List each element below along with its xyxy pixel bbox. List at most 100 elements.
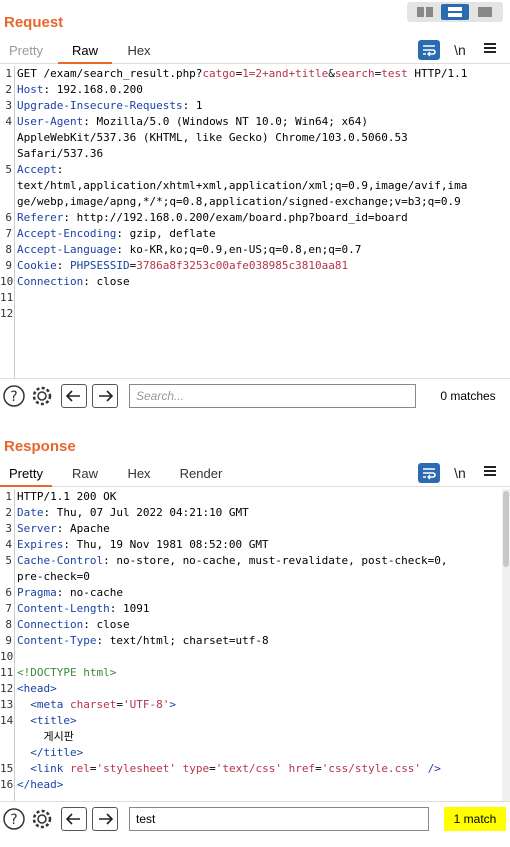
code-line: 8 Connection: close [0,617,500,633]
code-text: AppleWebKit/537.36 (KHTML, like Gecko) C… [17,130,408,146]
arrow-right-icon [99,390,114,402]
response-tab-hex[interactable]: Hex [116,463,162,487]
request-panel-title: Request [4,14,64,31]
code-token: Referer [17,211,64,224]
next-match-button[interactable] [92,384,118,408]
code-text: 게시판 [17,729,73,745]
code-token: Safari/537.36 [17,147,104,160]
gear-icon [32,809,52,829]
word-wrap-button[interactable] [418,463,440,483]
code-line: 2 Host: 192.168.0.200 [0,82,500,98]
request-tab-raw[interactable]: Raw [58,40,112,64]
single-pane-layout-button[interactable] [471,4,499,20]
code-token: GET /exam/search_result.php? [17,67,203,80]
stacked-layout-button[interactable] [441,4,469,20]
code-line: 7 Content-Length: 1091 [0,601,500,617]
request-tab-hex[interactable]: Hex [116,40,162,64]
code-line: 14 <title> [0,713,500,729]
code-text: Connection: close [17,617,130,633]
code-text: pre-check=0 [17,569,90,585]
request-editor[interactable]: 1 GET /exam/search_result.php?catgo=1=2+a… [0,66,510,378]
code-token: Cache-Control [17,554,104,567]
wrap-icon [423,45,436,57]
code-token: & [328,67,335,80]
show-newlines-button[interactable]: \n [450,40,470,60]
word-wrap-button[interactable] [418,40,440,60]
request-tab-pretty[interactable]: Pretty [0,40,52,64]
code-token: : http://192.168.0.200/exam/board.php?bo… [63,211,408,224]
response-scrollbar[interactable] [502,489,510,801]
code-line: 9 Content-Type: text/html; charset=utf-8 [0,633,500,649]
show-newlines-button[interactable]: \n [450,463,470,483]
code-token: Expires [17,538,64,551]
next-match-button[interactable] [92,807,118,831]
code-token: : Apache [56,522,110,535]
code-token: AppleWebKit/537.36 (KHTML, like Gecko) C… [17,131,408,144]
line-number: 16 [0,778,14,791]
code-token: : gzip, deflate [116,227,216,240]
code-line: 12 <head> [0,681,500,697]
code-token: : 192.168.0.200 [43,83,143,96]
code-line: 3 Server: Apache [0,521,500,537]
settings-button[interactable] [30,384,54,408]
side-by-side-layout-button[interactable] [411,4,439,20]
code-token: 1=2+and+title [242,67,329,80]
code-line: 2 Date: Thu, 07 Jul 2022 04:21:10 GMT [0,505,500,521]
scrollbar-thumb[interactable] [503,491,509,567]
response-editor[interactable]: 1 HTTP/1.1 200 OK 2 Date: Thu, 07 Jul 2022 … [0,489,510,801]
line-number: 8 [5,618,12,631]
code-token: catgo [202,67,236,80]
help-button[interactable]: ? [2,384,26,408]
previous-match-button[interactable] [61,384,87,408]
code-line: 10 Connection: close [0,274,500,290]
response-tab-pretty[interactable]: Pretty [0,463,52,487]
code-token: User-Agent [17,115,84,128]
code-token: : [56,163,64,176]
response-tab-raw[interactable]: Raw [62,463,108,487]
request-search-input[interactable] [129,384,416,408]
layout-toggle [407,2,503,22]
response-search-input[interactable] [129,807,429,831]
svg-text:?: ? [10,389,17,405]
line-number: 8 [5,243,12,256]
line-number: 4 [5,538,12,551]
line-number: 7 [5,227,12,240]
code-token: HTTP/1.1 [407,67,468,80]
code-token: = [315,762,322,775]
code-token: : close [83,275,130,288]
code-text: <link rel='stylesheet' type='text/css' h… [17,761,441,777]
code-token: </head> [17,778,64,791]
code-line: 4 Expires: Thu, 19 Nov 1981 08:52:00 GMT [0,537,500,553]
code-token: rel [70,762,90,775]
code-text: Server: Apache [17,521,110,537]
response-menu-button[interactable] [480,463,500,483]
code-line: ge/webp,image/apng,*/*;q=0.8,application… [0,194,500,210]
code-text: Safari/537.36 [17,146,103,162]
wrap-icon [423,468,436,480]
response-tab-render[interactable]: Render [172,463,230,487]
previous-match-button[interactable] [61,807,87,831]
code-text: Accept: [17,162,63,178]
code-text: Content-Type: text/html; charset=utf-8 [17,633,269,649]
code-token: : Mozilla/5.0 (Windows NT 10.0; Win64; x… [83,115,369,128]
code-line: 16 </head> [0,777,500,793]
line-number: 13 [0,698,14,711]
code-text: Accept-Language: ko-KR,ko;q=0.9,en-US;q=… [17,242,361,258]
code-text: Pragma: no-cache [17,585,123,601]
code-text: ge/webp,image/apng,*/*;q=0.8,application… [17,194,461,210]
hamburger-icon [484,43,496,53]
code-token: : no-cache [56,586,123,599]
code-token: : 1091 [109,602,150,615]
code-token: Server [17,522,57,535]
request-menu-button[interactable] [480,40,500,60]
line-number: 6 [5,586,12,599]
request-search-bar: ? 0 matches [0,378,510,412]
help-button[interactable]: ? [2,807,26,831]
code-token: test [381,67,408,80]
settings-button[interactable] [30,807,54,831]
svg-text:?: ? [10,812,17,828]
code-token: <meta [30,698,70,711]
line-number: 2 [5,83,12,96]
